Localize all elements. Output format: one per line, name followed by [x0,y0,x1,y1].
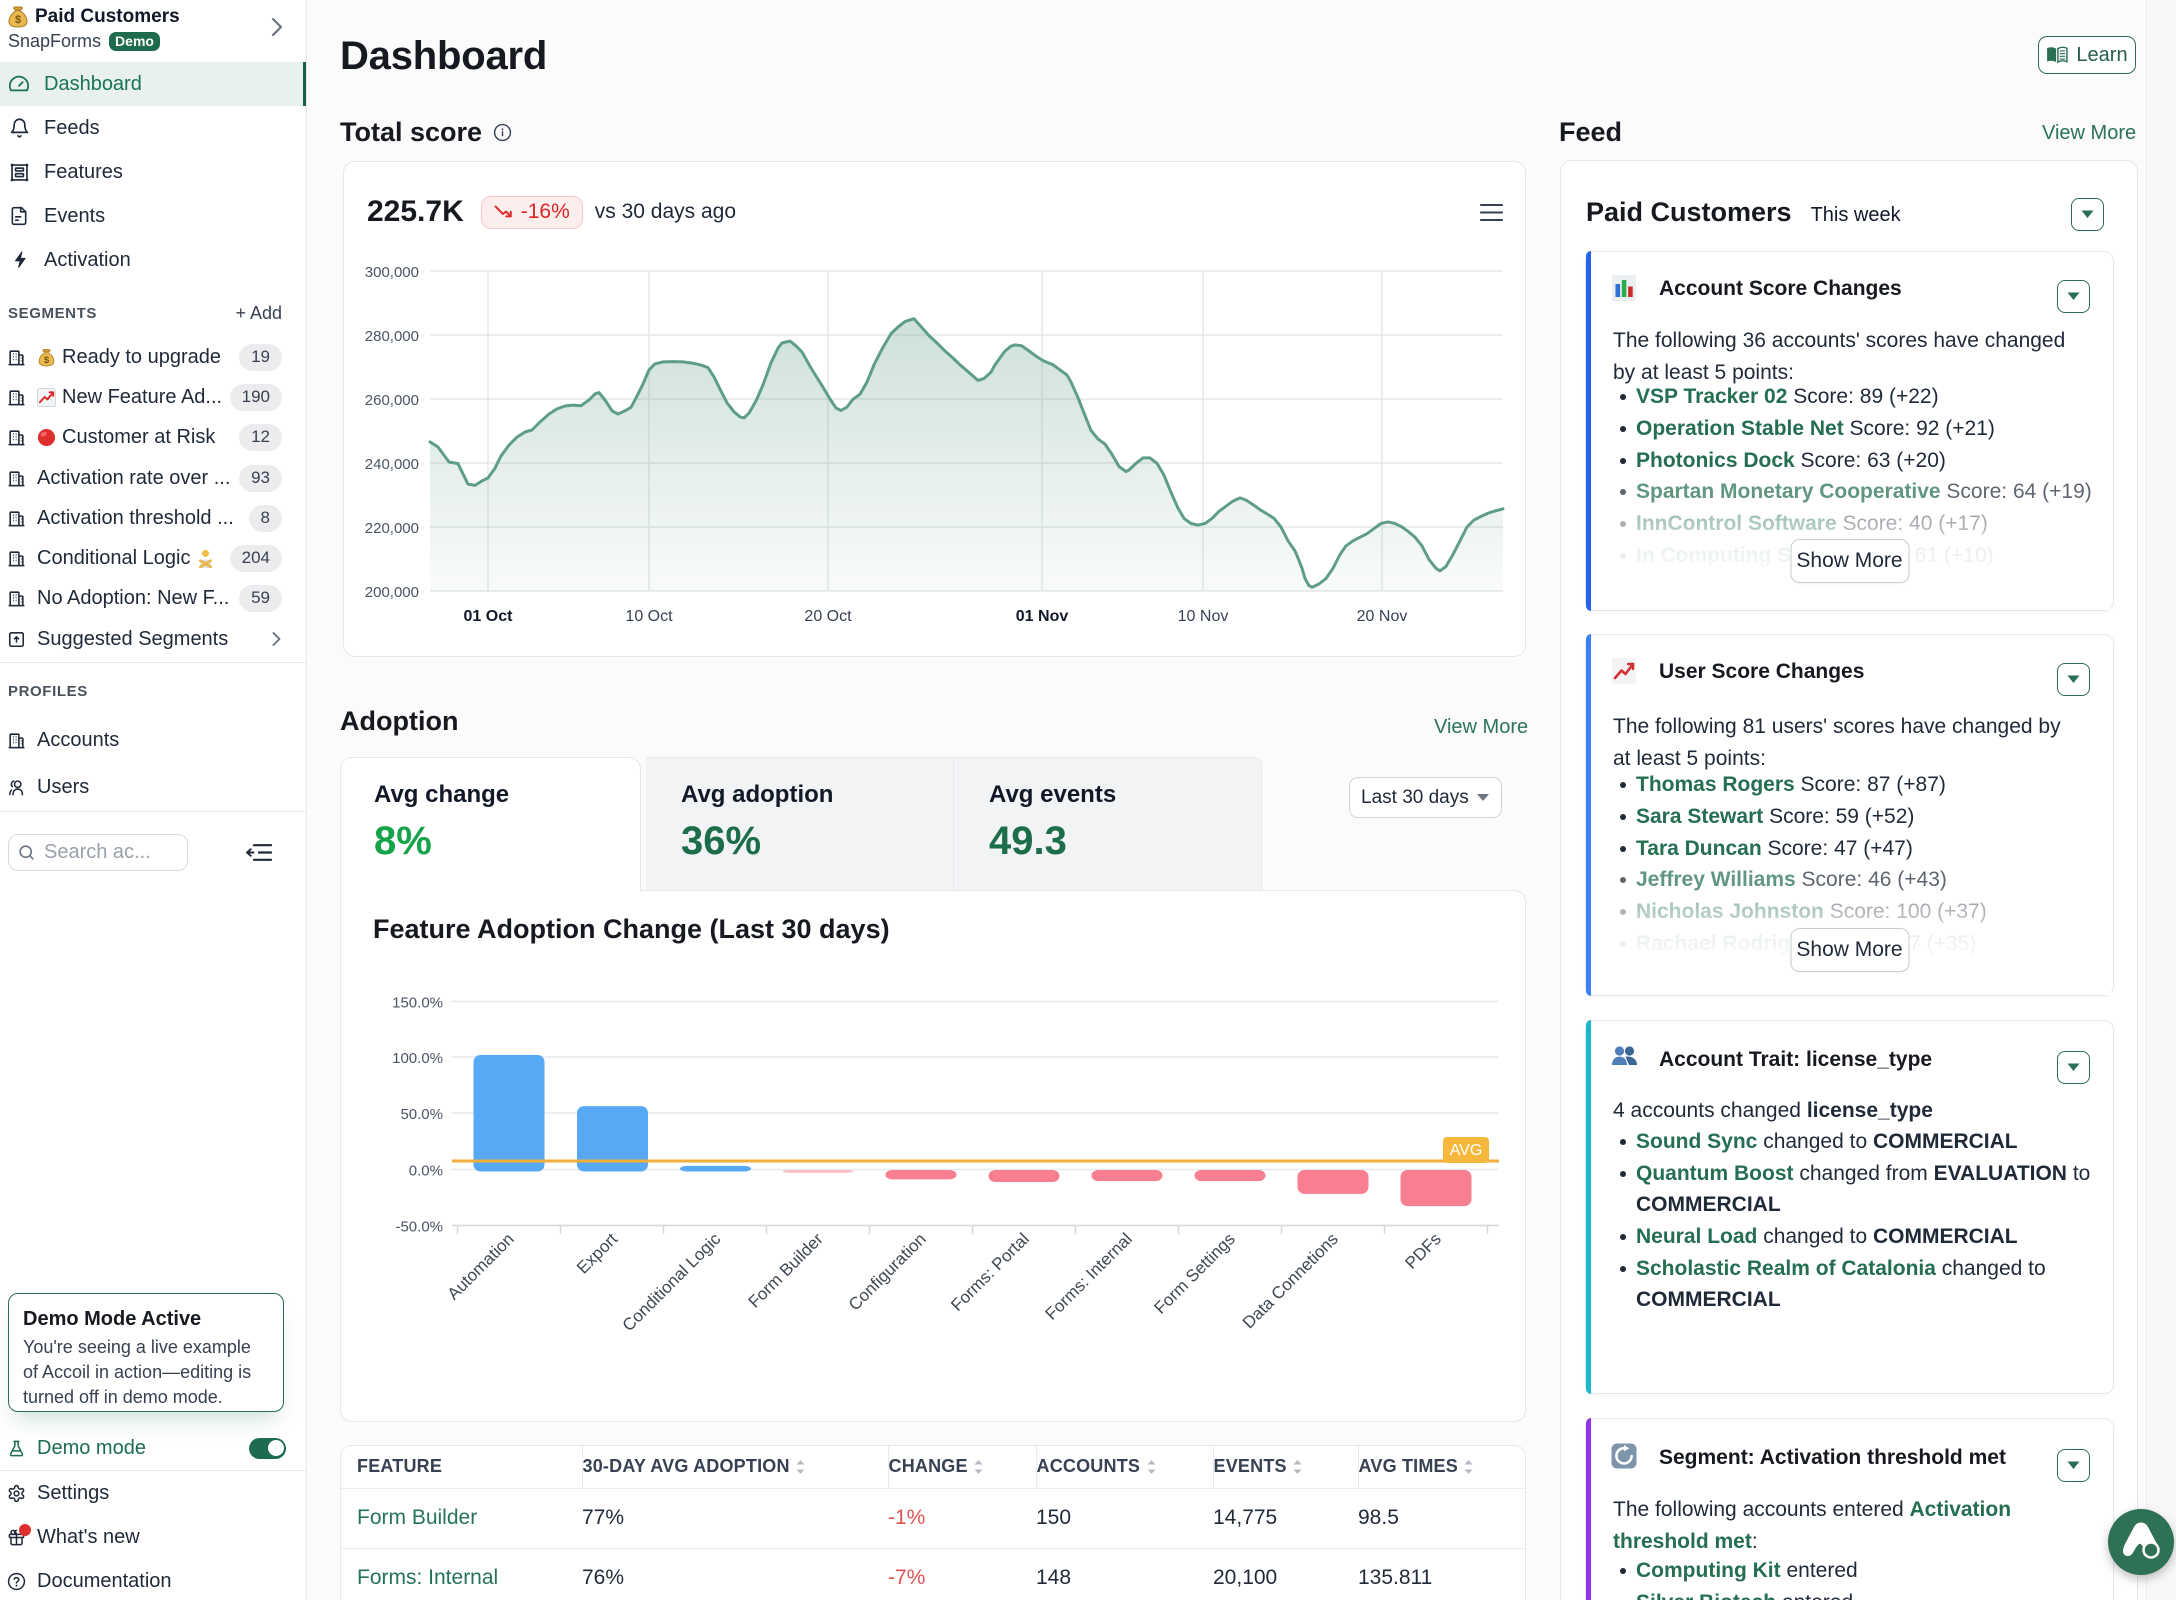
svg-text:200,000: 200,000 [365,584,419,601]
svg-text:01 Oct: 01 Oct [464,608,514,625]
svg-text:300,000: 300,000 [365,264,419,281]
svg-text:Automation: Automation [444,1229,518,1303]
svg-text:Configuration: Configuration [845,1229,930,1314]
svg-text:-50.0%: -50.0% [395,1219,443,1236]
svg-text:Form Settings: Form Settings [1151,1229,1239,1317]
svg-text:Forms: Portal: Forms: Portal [947,1229,1033,1315]
svg-text:20 Oct: 20 Oct [804,608,852,625]
svg-text:$: $ [15,14,21,26]
svg-text:280,000: 280,000 [365,328,419,345]
svg-text:100.0%: 100.0% [392,1050,443,1067]
svg-text:20 Nov: 20 Nov [1357,608,1408,625]
svg-text:Conditional Logic: Conditional Logic [619,1229,725,1335]
svg-text:10 Nov: 10 Nov [1178,608,1229,625]
svg-text:$: $ [44,355,50,366]
svg-text:0.0%: 0.0% [409,1163,443,1180]
svg-text:Forms: Internal: Forms: Internal [1042,1229,1136,1323]
svg-text:240,000: 240,000 [365,456,419,473]
svg-text:Data Connetions: Data Connetions [1239,1229,1342,1332]
svg-text:AVG: AVG [1450,1142,1483,1159]
svg-text:220,000: 220,000 [365,520,419,537]
svg-text:150.0%: 150.0% [392,995,443,1012]
svg-text:50.0%: 50.0% [400,1106,443,1123]
svg-text:01 Nov: 01 Nov [1016,608,1069,625]
svg-text:Form Builder: Form Builder [745,1229,827,1311]
svg-text:Export: Export [573,1229,621,1277]
svg-text:PDFs: PDFs [1401,1229,1444,1272]
svg-text:260,000: 260,000 [365,392,419,409]
svg-text:10 Oct: 10 Oct [625,608,673,625]
